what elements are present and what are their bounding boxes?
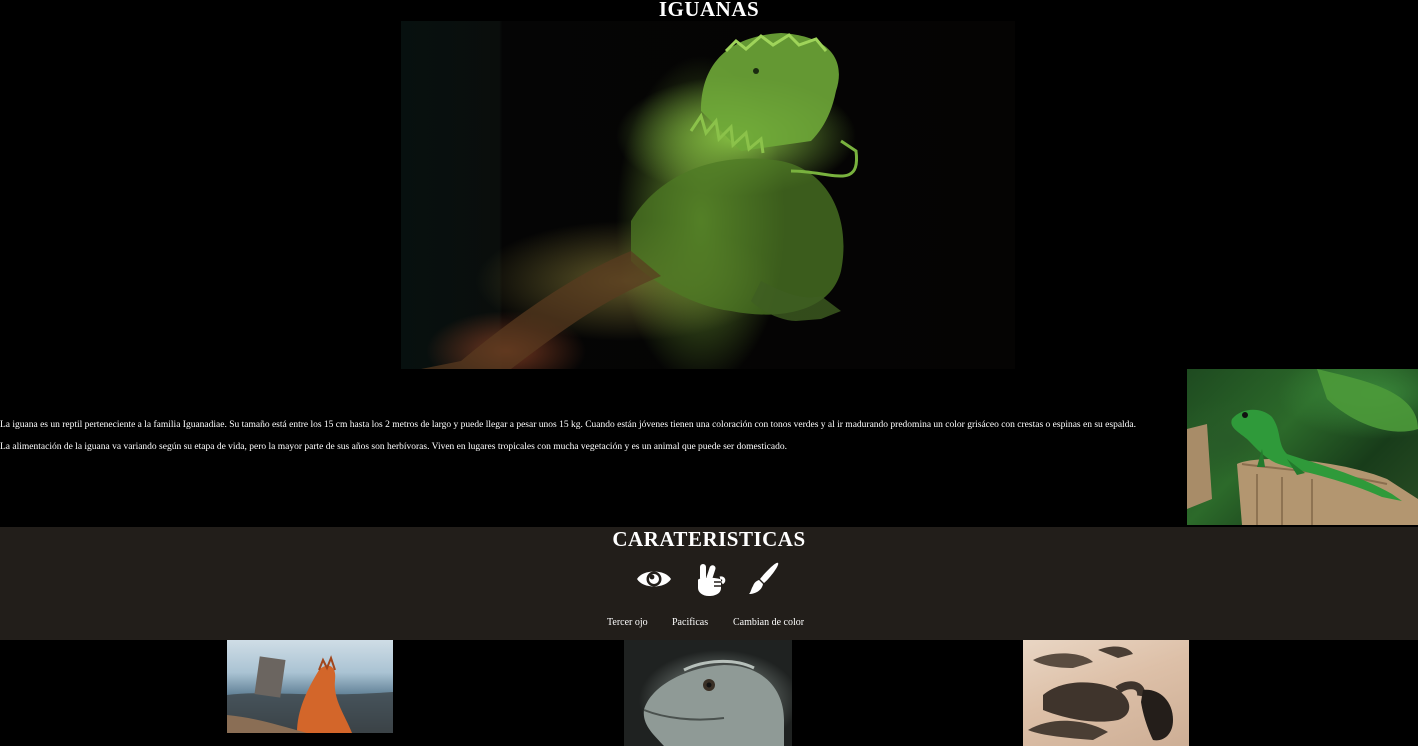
feature-label-cambian-de-color: Cambian de color xyxy=(733,617,805,628)
intro-text: La iguana es un reptil perteneciente a l… xyxy=(0,420,1180,464)
peace-hand-icon xyxy=(692,562,728,596)
features-section: CARATERISTICAS Tercer ojo Pacificas Camb… xyxy=(0,527,1418,640)
intro-paragraph: La iguana es un reptil perteneciente a l… xyxy=(0,420,1137,430)
intro-paragraph: La alimentación de la iguana va variando… xyxy=(0,442,787,452)
page: IGUANAS La iguana es un reptil perteneci… xyxy=(0,0,1418,746)
paint-brush-icon xyxy=(746,562,782,596)
gallery-image-iguana-portrait xyxy=(624,640,792,746)
side-iguana-image xyxy=(1187,369,1418,525)
eye-icon xyxy=(636,562,672,596)
feature-label-pacificas: Pacificas xyxy=(672,617,709,628)
gallery-image-iguana-group xyxy=(1023,640,1189,746)
gallery-image-iguana-beach xyxy=(227,640,393,733)
feature-label-tercer-ojo: Tercer ojo xyxy=(607,617,648,628)
hero-iguana-image xyxy=(401,21,1015,369)
features-title: CARATERISTICAS xyxy=(612,527,806,551)
page-title: IGUANAS xyxy=(658,0,760,21)
